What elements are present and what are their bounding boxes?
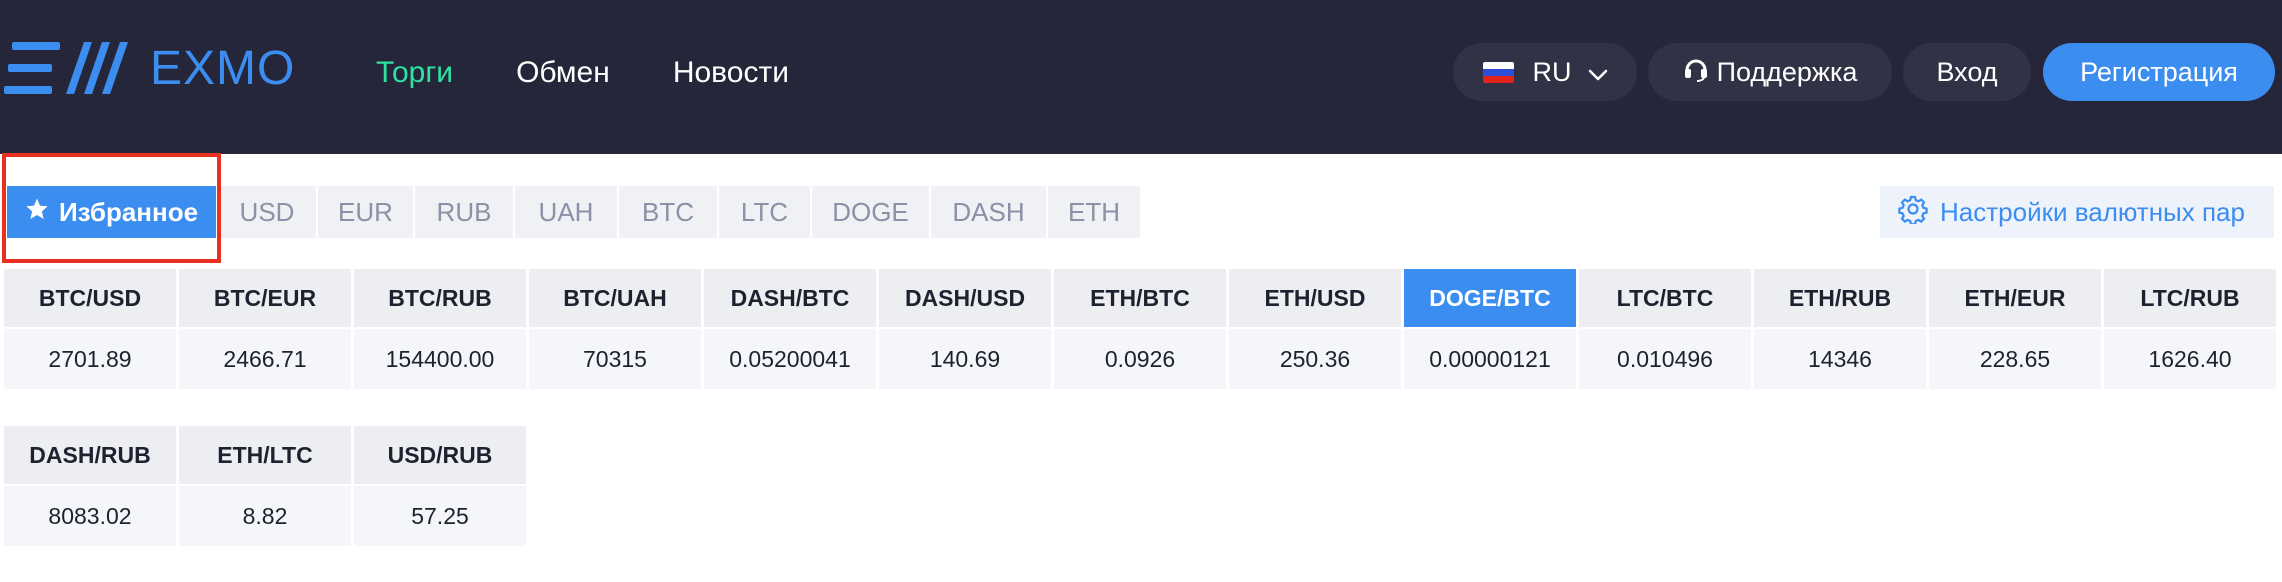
pairs-grid-row-2: DASH/RUB 8083.02 ETH/LTC 8.82 USD/RUB 57… <box>4 426 2280 546</box>
pair-name: DASH/BTC <box>704 269 876 327</box>
pair-price: 0.05200041 <box>704 329 876 389</box>
pair-card-dash-usd[interactable]: DASH/USD 140.69 <box>879 269 1051 389</box>
pair-card-usd-rub[interactable]: USD/RUB 57.25 <box>354 426 526 546</box>
pair-card-dash-rub[interactable]: DASH/RUB 8083.02 <box>4 426 176 546</box>
tab-eth[interactable]: ETH <box>1048 186 1140 238</box>
pair-price: 0.00000121 <box>1404 329 1576 389</box>
pair-name: LTC/RUB <box>2104 269 2276 327</box>
gear-icon <box>1898 194 1928 231</box>
pair-name: LTC/BTC <box>1579 269 1751 327</box>
pair-price: 154400.00 <box>354 329 526 389</box>
pair-card-eth-btc[interactable]: ETH/BTC 0.0926 <box>1054 269 1226 389</box>
exmo-logo-icon <box>4 40 134 96</box>
headset-icon <box>1683 56 1709 89</box>
pair-name: BTC/UAH <box>529 269 701 327</box>
pair-price: 8083.02 <box>4 486 176 546</box>
pair-name: DOGE/BTC <box>1404 269 1576 327</box>
pair-name: ETH/USD <box>1229 269 1401 327</box>
russia-flag-icon <box>1482 61 1514 83</box>
logo[interactable]: EXMO <box>4 40 295 96</box>
pair-price: 70315 <box>529 329 701 389</box>
pair-card-eth-ltc[interactable]: ETH/LTC 8.82 <box>179 426 351 546</box>
pair-card-ltc-rub[interactable]: LTC/RUB 1626.40 <box>2104 269 2276 389</box>
brand-name: EXMO <box>150 41 296 95</box>
favorites-highlight-box <box>2 153 221 263</box>
nav-item-news[interactable]: Новости <box>673 51 789 95</box>
top-header: EXMO Торги Обмен Новости RU Поддержка Вх… <box>0 0 2282 154</box>
pair-price: 14346 <box>1754 329 1926 389</box>
tab-btc[interactable]: BTC <box>619 186 717 238</box>
pair-card-btc-usd[interactable]: BTC/USD 2701.89 <box>4 269 176 389</box>
pair-card-btc-eur[interactable]: BTC/EUR 2466.71 <box>179 269 351 389</box>
pair-price: 57.25 <box>354 486 526 546</box>
pair-card-dash-btc[interactable]: DASH/BTC 0.05200041 <box>704 269 876 389</box>
pair-card-eth-eur[interactable]: ETH/EUR 228.65 <box>1929 269 2101 389</box>
tab-uah[interactable]: UAH <box>515 186 617 238</box>
pair-card-eth-usd[interactable]: ETH/USD 250.36 <box>1229 269 1401 389</box>
tab-usd[interactable]: USD <box>218 186 316 238</box>
pair-card-btc-rub[interactable]: BTC/RUB 154400.00 <box>354 269 526 389</box>
pair-name: BTC/RUB <box>354 269 526 327</box>
pair-name: BTC/USD <box>4 269 176 327</box>
language-selector[interactable]: RU <box>1453 43 1637 101</box>
main-nav: Торги Обмен Новости <box>376 51 852 95</box>
pair-name: DASH/RUB <box>4 426 176 484</box>
pair-name: USD/RUB <box>354 426 526 484</box>
pair-price: 2701.89 <box>4 329 176 389</box>
pair-price: 228.65 <box>1929 329 2101 389</box>
tab-eur[interactable]: EUR <box>318 186 413 238</box>
pair-price: 0.010496 <box>1579 329 1751 389</box>
pairs-grid-row-1: BTC/USD 2701.89 BTC/EUR 2466.71 BTC/RUB … <box>4 269 2280 389</box>
support-button[interactable]: Поддержка <box>1648 43 1892 101</box>
login-button[interactable]: Вход <box>1903 43 2031 101</box>
pair-name: ETH/LTC <box>179 426 351 484</box>
pair-card-doge-btc[interactable]: DOGE/BTC 0.00000121 <box>1404 269 1576 389</box>
pair-card-eth-rub[interactable]: ETH/RUB 14346 <box>1754 269 1926 389</box>
pair-name: ETH/BTC <box>1054 269 1226 327</box>
tab-doge[interactable]: DOGE <box>812 186 929 238</box>
pair-price: 0.0926 <box>1054 329 1226 389</box>
pair-price: 250.36 <box>1229 329 1401 389</box>
tab-ltc[interactable]: LTC <box>719 186 810 238</box>
pair-card-ltc-btc[interactable]: LTC/BTC 0.010496 <box>1579 269 1751 389</box>
pair-name: ETH/RUB <box>1754 269 1926 327</box>
tab-rub[interactable]: RUB <box>415 186 513 238</box>
pair-settings-label: Настройки валютных пар <box>1940 196 2245 227</box>
chevron-down-icon <box>1588 57 1608 88</box>
nav-item-trading[interactable]: Торги <box>376 51 453 95</box>
pair-price: 140.69 <box>879 329 1051 389</box>
language-label: RU <box>1532 56 1572 87</box>
support-label: Поддержка <box>1716 56 1858 87</box>
pair-card-btc-uah[interactable]: BTC/UAH 70315 <box>529 269 701 389</box>
pair-name: BTC/EUR <box>179 269 351 327</box>
pair-settings-button[interactable]: Настройки валютных пар <box>1880 186 2274 238</box>
pair-name: DASH/USD <box>879 269 1051 327</box>
pair-price: 8.82 <box>179 486 351 546</box>
pair-price: 1626.40 <box>2104 329 2276 389</box>
tab-dash[interactable]: DASH <box>931 186 1046 238</box>
nav-item-exchange[interactable]: Обмен <box>516 51 610 95</box>
register-button[interactable]: Регистрация <box>2043 43 2275 101</box>
pair-name: ETH/EUR <box>1929 269 2101 327</box>
pair-price: 2466.71 <box>179 329 351 389</box>
